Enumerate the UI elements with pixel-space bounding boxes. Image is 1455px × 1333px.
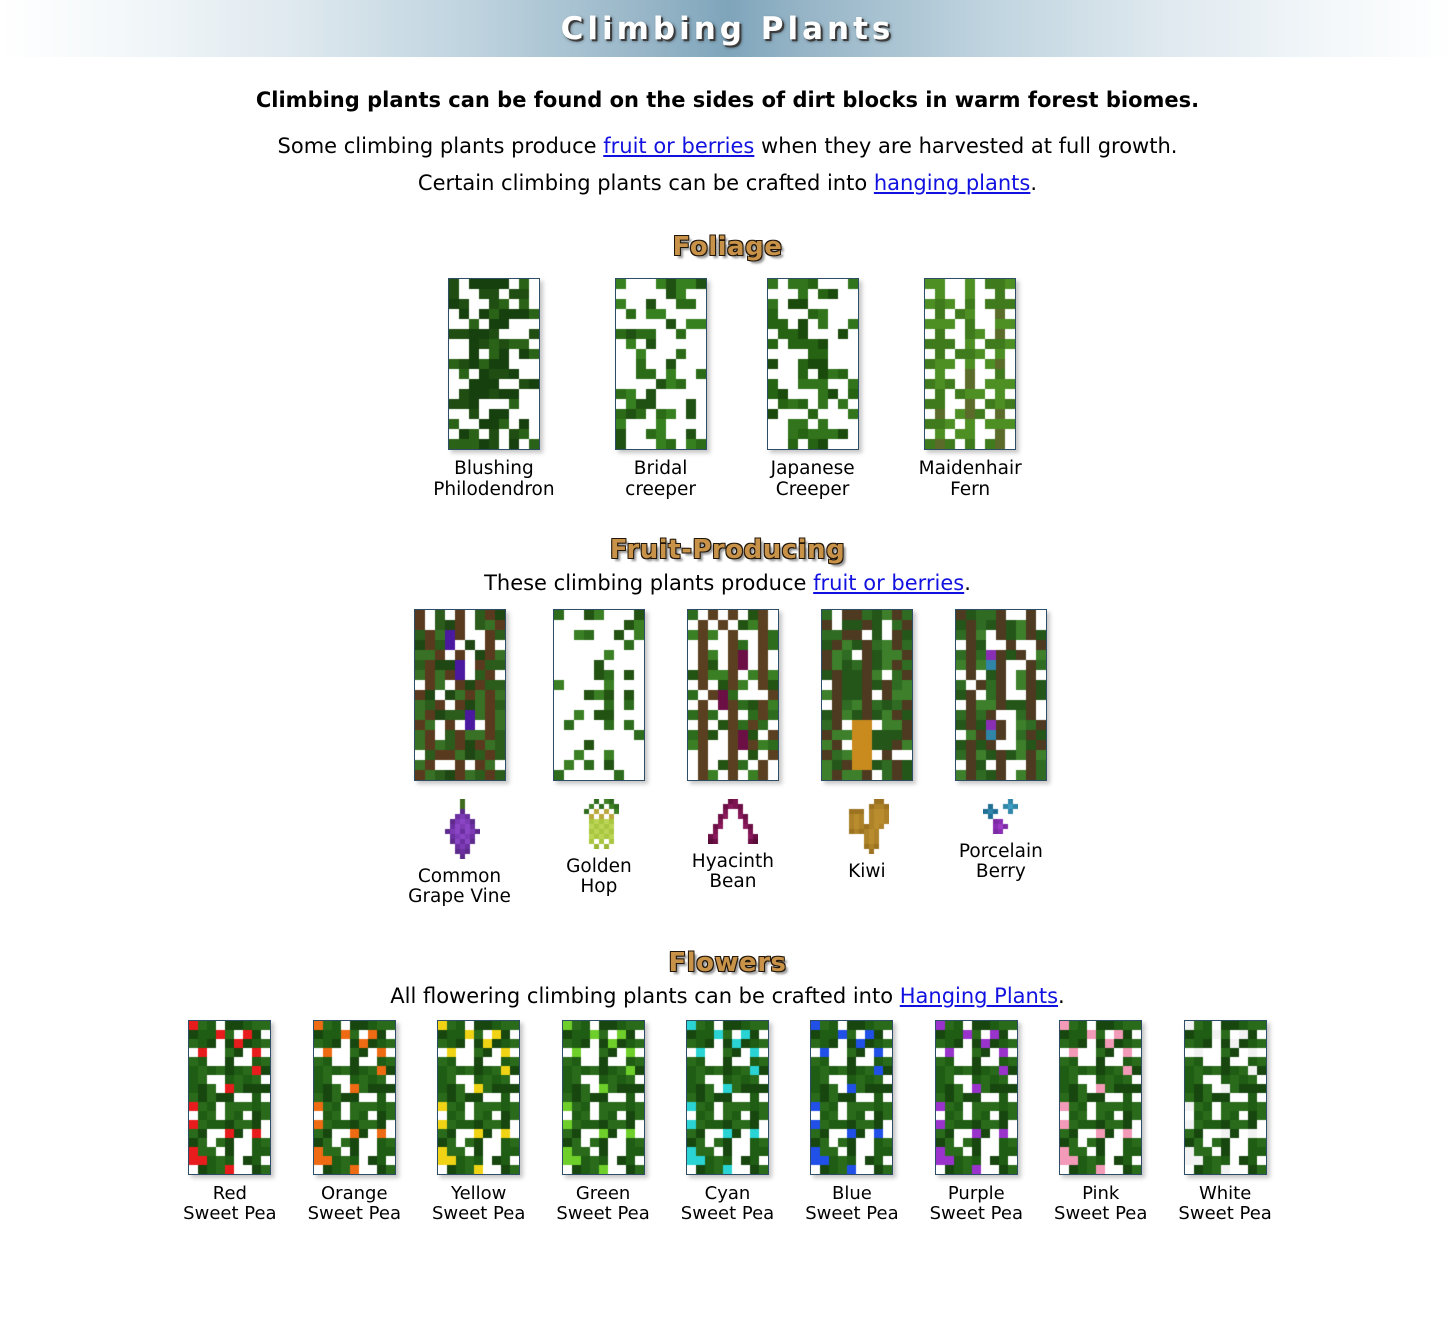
intro-line-3-post: .	[1030, 170, 1038, 195]
plant-texture	[1183, 1020, 1267, 1175]
intro-line-2-pre: Some climbing plants produce	[277, 134, 604, 159]
plant-texture	[810, 1020, 894, 1175]
foliage-plant-row: Blushing Philodendron Bridal creeper Japan…	[0, 278, 1455, 500]
section-subtitle-flowers: All flowering climbing plants can be cra…	[0, 984, 1455, 1008]
plant-label: Porcelain Berry	[958, 840, 1043, 883]
plant-texture	[447, 278, 540, 451]
porcelain-berries-icon	[983, 798, 1019, 834]
plant-label: Green Sweet Pea	[556, 1183, 650, 1225]
plant-card[interactable]: Green Sweet Pea	[556, 1020, 650, 1225]
plant-label: Pink Sweet Pea	[1054, 1183, 1148, 1225]
grape-cluster-icon	[439, 798, 480, 859]
plant-label: Yellow Sweet Pea	[431, 1183, 526, 1225]
flowers-sub-post: .	[1058, 984, 1065, 1008]
plant-texture	[766, 278, 859, 451]
intro-line-2: Some climbing plants produce fruit or be…	[0, 131, 1455, 161]
hanging-plants-link-2[interactable]: Hanging Plants	[900, 984, 1058, 1008]
section-subtitle-fruit-producing: These climbing plants produce fruit or b…	[0, 571, 1455, 595]
flowers-sub-pre: All flowering climbing plants can be cra…	[390, 984, 900, 1008]
plant-card[interactable]: Blue Sweet Pea	[805, 1020, 899, 1225]
plant-card[interactable]: Common Grape Vine	[408, 608, 511, 908]
intro-line-2-post: when they are harvested at full growth.	[754, 134, 1178, 159]
plant-card[interactable]: Porcelain Berry	[954, 608, 1047, 883]
section-flowers: Flowers All flowering climbing plants ca…	[0, 948, 1455, 1224]
plant-label: Blue Sweet Pea	[805, 1183, 899, 1225]
plant-card[interactable]: Kiwi	[820, 608, 913, 883]
fruit-or-berries-link[interactable]: fruit or berries	[603, 134, 754, 158]
intro-block: Climbing plants can be found on the side…	[0, 87, 1455, 198]
fruit-or-berries-link-2[interactable]: fruit or berries	[813, 571, 964, 595]
page-banner: Climbing Plants	[0, 0, 1455, 57]
plant-texture	[686, 1020, 769, 1175]
plant-texture	[820, 608, 913, 781]
section-foliage: Foliage Blushing Philodendron Bridal cree…	[0, 232, 1455, 500]
plant-texture	[954, 608, 1047, 781]
plant-label: Hyacinth Bean	[691, 850, 774, 893]
plant-label: Kiwi	[848, 860, 886, 882]
plant-card[interactable]: Maidenhair Fern	[919, 278, 1022, 500]
plant-label: Purple Sweet Pea	[929, 1183, 1024, 1225]
plant-label: Cyan Sweet Pea	[680, 1183, 775, 1225]
plant-label: Japanese Creeper	[770, 458, 855, 500]
fruit-sub-post: .	[964, 570, 971, 595]
page-title: Climbing Plants	[560, 10, 895, 47]
fruit-plant-row: Common Grape Vine Golden Hop Hyacinth Bean…	[0, 608, 1455, 908]
plant-label: Golden Hop	[566, 855, 632, 898]
plant-texture	[1059, 1020, 1143, 1175]
section-title-foliage: Foliage	[672, 232, 783, 263]
plant-card[interactable]: Japanese Creeper	[766, 278, 859, 500]
intro-line-3: Certain climbing plants can be crafted i…	[0, 168, 1455, 198]
plant-texture	[614, 278, 707, 451]
hanging-plants-link[interactable]: hanging plants	[874, 171, 1031, 195]
plant-card[interactable]: Hyacinth Bean	[686, 608, 779, 893]
flower-plant-row: Red Sweet Pea Orange Sweet Pea Yellow Swee…	[0, 1020, 1455, 1224]
plant-label: Orange Sweet Pea	[307, 1183, 401, 1225]
plant-label: Blushing Philodendron	[433, 458, 555, 500]
kiwi-fruits-icon	[844, 798, 890, 854]
plant-card[interactable]: Bridal creeper	[614, 278, 707, 500]
plant-texture	[561, 1020, 645, 1175]
plant-card[interactable]: White Sweet Pea	[1178, 1020, 1272, 1225]
plant-label: White Sweet Pea	[1178, 1183, 1272, 1225]
plant-card[interactable]: Red Sweet Pea	[183, 1020, 277, 1225]
plant-label: Bridal creeper	[625, 458, 697, 500]
plant-texture	[934, 1020, 1018, 1175]
intro-line-3-pre: Certain climbing plants can be crafted i…	[417, 170, 874, 195]
plant-label: Red Sweet Pea	[183, 1183, 277, 1225]
plant-texture	[552, 608, 645, 781]
fruit-sub-pre: These climbing plants produce	[484, 570, 814, 595]
plant-texture	[686, 608, 779, 781]
plant-card[interactable]: Pink Sweet Pea	[1054, 1020, 1147, 1224]
bean-pods-icon	[707, 798, 758, 844]
plant-card[interactable]: Blushing Philodendron	[433, 278, 555, 500]
plant-card[interactable]: Cyan Sweet Pea	[681, 1020, 774, 1224]
plant-card[interactable]: Golden Hop	[552, 608, 645, 898]
plant-texture	[413, 608, 506, 781]
plant-label: Common Grape Vine	[408, 865, 511, 908]
section-title-flowers: Flowers	[668, 948, 787, 978]
plant-texture	[924, 278, 1017, 451]
intro-lead: Climbing plants can be found on the side…	[255, 88, 1200, 112]
section-title-fruit-producing: Fruit-Producing	[609, 534, 846, 565]
plant-card[interactable]: Yellow Sweet Pea	[432, 1020, 525, 1224]
plant-texture	[437, 1020, 521, 1175]
plant-texture	[312, 1020, 396, 1175]
section-fruit-producing: Fruit-Producing These climbing plants pr…	[0, 535, 1455, 908]
plant-card[interactable]: Purple Sweet Pea	[930, 1020, 1023, 1224]
plant-label: Maidenhair Fern	[918, 458, 1022, 500]
plant-texture	[188, 1020, 272, 1175]
plant-card[interactable]: Orange Sweet Pea	[308, 1020, 401, 1224]
hop-cones-icon	[578, 798, 619, 849]
